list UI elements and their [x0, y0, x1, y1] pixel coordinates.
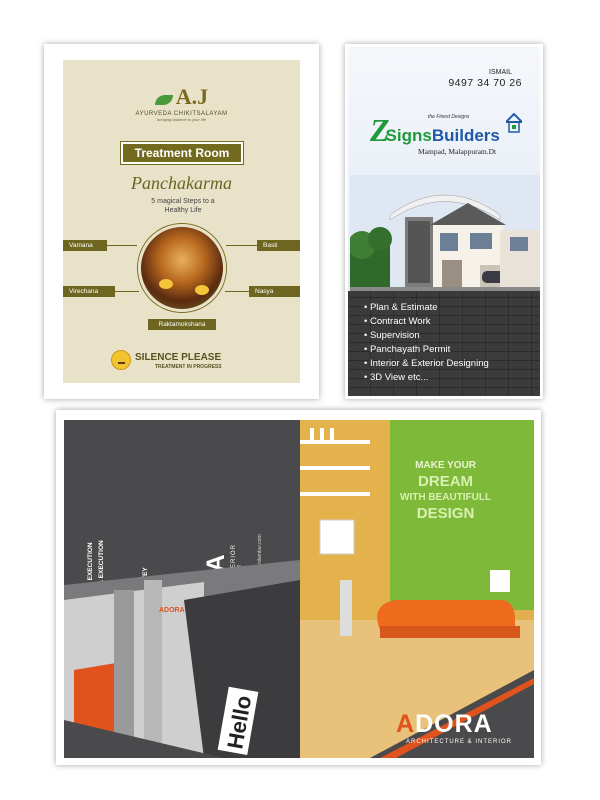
silence-text: SILENCE PLEASE [135, 352, 222, 363]
list-item: Plan & Estimate [364, 301, 540, 315]
adora-brochure: PLAN/ESTIMATION INTERIOR DESIGN & EXECUT… [56, 410, 541, 765]
step-vamana: Vamana [63, 240, 107, 251]
shush-emoji-icon [111, 350, 131, 370]
connector-line [115, 291, 139, 292]
adora-left-panel: PLAN/ESTIMATION INTERIOR DESIGN & EXECUT… [64, 420, 300, 758]
zsigns-logo: ZSignsBuilders [370, 112, 500, 149]
footer-brand: ADORA [396, 710, 512, 739]
slogan-line-3: WITH BEAUTIFULL [400, 492, 492, 503]
aj-flyer-background: A.J AYURVEDA CHIKITSALAYAM bringing bala… [63, 60, 300, 383]
ayurveda-photo [138, 224, 226, 312]
logo-signs: Signs [385, 126, 432, 145]
subtitle-line-2: Healthy Life [164, 207, 202, 214]
list-item: Panchayath Permit [364, 343, 540, 357]
aj-logo: A.J AYURVEDA CHIKITSALAYAM bringing bala… [63, 84, 300, 122]
zsigns-builders-flyer: ISMAIL 9497 34 70 26 the Finest Designs … [345, 44, 543, 399]
connector-line [225, 291, 249, 292]
adora-right-panel: MAKE YOUR DREAM WITH BEAUTIFULL DESIGN A… [300, 420, 534, 758]
zsigns-flyer-background: ISMAIL 9497 34 70 26 the Finest Designs … [348, 47, 540, 396]
logo-builders: Builders [431, 126, 500, 145]
location-text: Mampad, Malappuram.Dt [418, 147, 497, 156]
contact-name: ISMAIL [489, 69, 512, 76]
mini-adora-logo: ADORA [159, 607, 185, 614]
list-item: 3D View etc... [364, 371, 540, 385]
flower-decoration [159, 279, 173, 289]
footer-brand-sub: ARCHITECTURE & INTERIOR [406, 739, 513, 745]
list-item: Supervision [364, 329, 540, 343]
slogan-block: MAKE YOUR DREAM WITH BEAUTIFULL DESIGN [400, 458, 491, 522]
aj-brand: A.J [175, 84, 209, 109]
step-raktamokshana: Raktamokshana [148, 319, 216, 330]
connector-line [226, 245, 257, 246]
step-virechana: Virechana [63, 286, 115, 297]
footer-brand-rest: DORA [415, 710, 493, 738]
slogan-line-4: DESIGN [416, 505, 475, 522]
slogan-line-2: DREAM [418, 473, 474, 490]
leaf-icon [154, 94, 173, 105]
panchakarma-title: Panchakarma [131, 173, 232, 193]
subtitle-line-1: 5 magical Steps to a [151, 198, 215, 205]
services-list: Plan & Estimate Contract Work Supervisio… [348, 291, 540, 396]
footer-brand-initial: A [396, 710, 416, 738]
step-basti: Basti [257, 240, 300, 251]
interior-photo-collage: ADORA Hello [64, 560, 300, 758]
panchakarma-subtitle: 5 magical Steps to a Healthy Life [133, 197, 233, 215]
connector-line [107, 245, 137, 246]
aj-tagline: bringing balance to your life [157, 117, 206, 122]
flower-decoration [195, 285, 209, 295]
slogan-line-1: MAKE YOUR [415, 460, 477, 471]
contact-phone: 9497 34 70 26 [448, 77, 522, 89]
treatment-in-progress-text: TREATMENT IN PROGRESS [155, 364, 222, 370]
treatment-room-banner: Treatment Room [120, 141, 244, 165]
footer-brand-block: ADORA ARCHITECTURE & INTERIOR [396, 710, 512, 745]
list-item: Interior & Exterior Designing [364, 357, 540, 371]
list-item: Contract Work [364, 315, 540, 329]
house-logo-icon [506, 113, 522, 133]
aj-treatment-room-flyer: A.J AYURVEDA CHIKITSALAYAM bringing bala… [44, 44, 319, 399]
house-rendering-image [350, 175, 540, 295]
step-nasya: Nasya [249, 286, 300, 297]
